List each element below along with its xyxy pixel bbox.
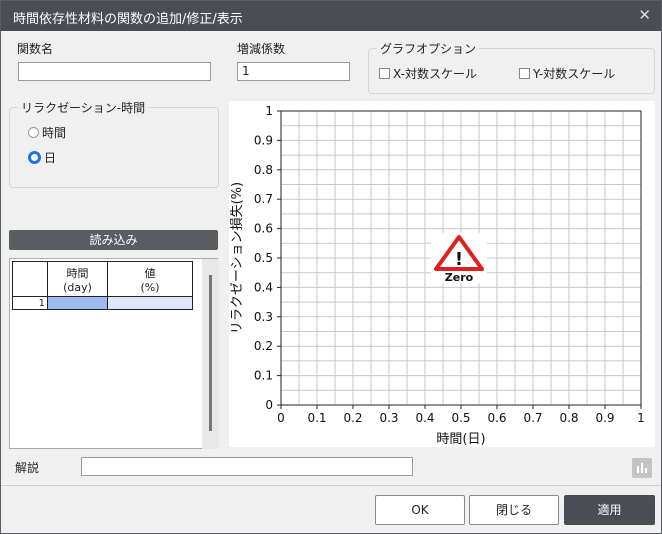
graph-options-label: グラフオプション [377,40,480,57]
time-header-label: 時間 [66,266,89,280]
x-tick-label: 0 [277,411,285,425]
x-tick-label: 0.6 [487,411,506,425]
relaxation-time-group: リラクゼーション-時間 時間 日 [9,99,219,188]
relaxation-time-label: リラクゼーション-時間 [18,99,149,116]
radio-days-label: 日 [44,151,57,165]
chart-svg: 0 0.1 0.2 0.3 0.4 0.5 0.6 0.7 0.8 0.9 1 0 0.1 0.2 0.3 0… [230,104,645,447]
function-name-label: 関数名 [17,42,54,56]
y-tick-label: 0.2 [254,339,273,353]
radio-days[interactable]: 日 [28,149,56,166]
x-tick-label: 0.3 [379,411,398,425]
radio-hours-label: 時間 [42,126,67,140]
table-row: 1 [12,296,193,310]
y-log-label: Y-対数スケール [533,67,616,81]
x-tick-label: 0.9 [595,411,614,425]
data-table-panel: 時間 (day) 値 (%) 1 [9,258,218,449]
y-tick-label: 0.7 [254,192,273,206]
x-log-checkbox[interactable]: X-対数スケール [379,65,477,82]
x-tick-label: 0.7 [523,411,542,425]
y-tick-label: 0.9 [254,133,273,147]
function-name-group: 関数名 [9,42,219,88]
chart-export-icon[interactable] [632,458,652,478]
window-title: 時間依存性材料の関数の追加/修正/表示 [13,12,243,27]
data-table: 時間 (day) 値 (%) 1 [12,261,193,310]
close-button[interactable]: 閉じる [469,495,559,525]
time-column-header[interactable]: 時間 (day) [47,261,108,297]
chart-panel: 0 0.1 0.2 0.3 0.4 0.5 0.6 0.7 0.8 0.9 1 0 0.1 0.2 0.3 0… [229,101,655,447]
y-tick-label: 0.3 [254,310,273,324]
value-header-label: 値 [144,266,156,280]
time-cell[interactable] [47,296,108,310]
y-tick-label: 0.6 [254,222,273,236]
ok-button[interactable]: OK [375,495,465,525]
radio-hours[interactable]: 時間 [28,124,66,141]
table-header-row: 時間 (day) 値 (%) [12,261,193,297]
footer-divider [1,485,661,486]
warning-exclamation: ! [455,249,463,270]
y-tick-label: 0.4 [254,280,273,294]
dialog-window: 時間依存性材料の関数の追加/修正/表示 ✕ 関数名 増減係数 1 グラフオプショ… [0,0,662,534]
coefficient-label: 増減係数 [237,42,286,56]
y-tick-label: 0.8 [254,163,273,177]
y-tick-label: 0.5 [254,251,273,265]
description-input[interactable] [81,457,413,476]
value-cell[interactable] [107,296,193,310]
checkbox-box [519,68,530,79]
x-tick-label: 0.8 [559,411,578,425]
y-axis-label: リラクゼーション損失(%) [230,182,245,334]
radio-circle [28,127,39,138]
scrollbar-thumb[interactable] [209,275,212,431]
y-tick-label: 0.1 [254,369,273,383]
row-index-cell: 1 [12,296,48,310]
value-column-header[interactable]: 値 (%) [107,261,193,297]
x-tick-label: 1 [637,411,645,425]
load-button[interactable]: 読み込み [9,230,218,250]
x-tick-label: 0.1 [307,411,326,425]
y-tick-label: 1 [265,104,273,118]
y-log-checkbox[interactable]: Y-対数スケール [519,65,615,82]
row-index-header [12,261,48,297]
description-label: 解説 [15,461,40,475]
y-tick-label: 0 [265,398,273,412]
value-header-unit: (%) [140,280,160,294]
x-tick-label: 0.2 [343,411,362,425]
time-header-unit: (day) [63,280,92,294]
checkbox-box [379,68,390,79]
graph-options-group: グラフオプション X-対数スケール Y-対数スケール [368,40,655,94]
title-bar: 時間依存性材料の関数の追加/修正/表示 ✕ [1,1,661,31]
coefficient-input[interactable]: 1 [237,62,350,81]
x-tick-label: 0.4 [415,411,434,425]
zero-annotation: Zero [445,271,474,284]
close-icon[interactable]: ✕ [638,6,651,24]
table-scrollbar[interactable] [202,259,219,449]
coefficient-group: 増減係数 1 [229,42,357,88]
apply-button[interactable]: 適用 [564,495,655,525]
x-axis-label: 時間(日) [436,432,485,447]
function-name-input[interactable] [18,62,211,81]
x-tick-label: 0.5 [451,411,470,425]
radio-circle-selected [28,151,41,164]
x-log-label: X-対数スケール [393,67,477,81]
